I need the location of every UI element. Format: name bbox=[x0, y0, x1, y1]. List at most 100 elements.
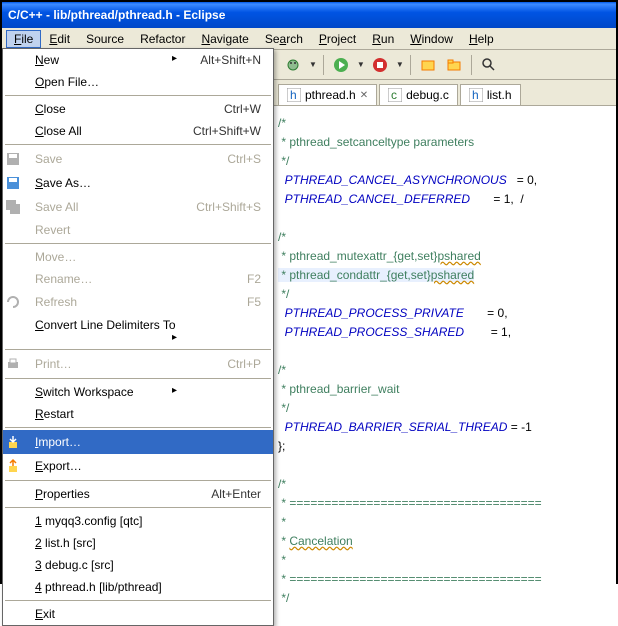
menu-shortcut bbox=[185, 381, 273, 403]
menu-item-label: 4 pthread.h [lib/pthread] bbox=[27, 576, 185, 598]
saveas-icon bbox=[3, 171, 27, 195]
menu-item-open-file-[interactable]: Open File… bbox=[3, 71, 273, 93]
close-icon[interactable]: ✕ bbox=[360, 90, 368, 101]
menu-item-close-all[interactable]: Close AllCtrl+Shift+W bbox=[3, 120, 273, 142]
editor-area: hpthread.h✕cdebug.chlist.h /* * pthread_… bbox=[274, 80, 616, 616]
menu-item-revert: Revert bbox=[3, 219, 273, 241]
menu-shortcut bbox=[185, 510, 273, 532]
menu-item-save-as-[interactable]: Save As… bbox=[3, 171, 273, 195]
menu-item-rename-: Rename…F2 bbox=[3, 268, 273, 290]
saveall-icon bbox=[3, 195, 27, 219]
menu-item-exit[interactable]: Exit bbox=[3, 603, 273, 625]
menu-item-properties[interactable]: PropertiesAlt+Enter bbox=[3, 483, 273, 505]
menu-shortcut: Ctrl+P bbox=[185, 352, 273, 376]
menu-shortcut bbox=[185, 246, 273, 268]
search-icon[interactable] bbox=[478, 54, 500, 76]
menu-item-label: Restart bbox=[27, 403, 185, 425]
tab-label: pthread.h bbox=[305, 88, 356, 102]
menu-run[interactable]: Run bbox=[364, 30, 402, 48]
menu-item-label: Save As… bbox=[27, 171, 185, 195]
menu-source[interactable]: Source bbox=[78, 30, 132, 48]
menu-shortcut bbox=[185, 576, 273, 598]
h-file-icon: h bbox=[469, 88, 483, 102]
menu-item-1-myqq3-config-qtc-[interactable]: 1 myqq3.config [qtc] bbox=[3, 510, 273, 532]
menu-item-switch-workspace[interactable]: Switch Workspace▸ bbox=[3, 381, 273, 403]
menu-shortcut bbox=[185, 430, 273, 454]
menu-navigate[interactable]: Navigate bbox=[193, 30, 256, 48]
menu-project[interactable]: Project bbox=[311, 30, 364, 48]
chevron-down-icon[interactable]: ▼ bbox=[396, 60, 404, 69]
menu-item-convert-line-delimiters-to[interactable]: Convert Line Delimiters To▸ bbox=[3, 314, 273, 347]
file-menu: New▸Alt+Shift+NOpen File… CloseCtrl+WClos… bbox=[2, 48, 274, 626]
run-icon[interactable] bbox=[330, 54, 352, 76]
save-icon bbox=[3, 147, 27, 171]
menu-item-label: Save bbox=[27, 147, 185, 171]
menu-file[interactable]: File bbox=[6, 30, 41, 48]
titlebar: C/C++ - lib/pthread/pthread.h - Eclipse bbox=[2, 2, 616, 28]
external-tools-icon[interactable] bbox=[369, 54, 391, 76]
menu-shortcut: Ctrl+Shift+S bbox=[185, 195, 273, 219]
c-file-icon: c bbox=[388, 88, 402, 102]
print-icon bbox=[3, 352, 27, 376]
export-icon bbox=[3, 454, 27, 478]
menu-window[interactable]: Window bbox=[402, 30, 461, 48]
tab-debug-c[interactable]: c debug.c bbox=[379, 84, 458, 105]
debug-icon[interactable] bbox=[282, 54, 304, 76]
menu-refactor[interactable]: Refactor bbox=[132, 30, 193, 48]
code-editor[interactable]: /* * pthread_setcanceltype parameters */… bbox=[274, 106, 616, 616]
menu-item-label: 2 list.h [src] bbox=[27, 532, 185, 554]
menu-item-label: Print… bbox=[27, 352, 185, 376]
menu-item-label: Revert bbox=[27, 219, 185, 241]
menu-item-3-debug-c-src-[interactable]: 3 debug.c [src] bbox=[3, 554, 273, 576]
chevron-down-icon[interactable]: ▼ bbox=[309, 60, 317, 69]
menu-shortcut: F2 bbox=[185, 268, 273, 290]
menu-shortcut bbox=[185, 603, 273, 625]
menu-item-label: Close bbox=[27, 98, 185, 120]
menu-shortcut bbox=[185, 454, 273, 478]
menu-item-label: New▸ bbox=[27, 49, 185, 71]
new-project-icon[interactable] bbox=[417, 54, 439, 76]
menu-item-close[interactable]: CloseCtrl+W bbox=[3, 98, 273, 120]
menu-item-print-: Print…Ctrl+P bbox=[3, 352, 273, 376]
menu-shortcut: Ctrl+Shift+W bbox=[185, 120, 273, 142]
menu-shortcut bbox=[185, 532, 273, 554]
menu-item-export-[interactable]: Export… bbox=[3, 454, 273, 478]
tab-list-h[interactable]: h list.h bbox=[460, 84, 521, 105]
menu-item-2-list-h-src-[interactable]: 2 list.h [src] bbox=[3, 532, 273, 554]
menu-edit[interactable]: Edit bbox=[41, 30, 78, 48]
menu-shortcut bbox=[185, 554, 273, 576]
tab-label: list.h bbox=[487, 88, 512, 102]
menu-item-refresh: RefreshF5 bbox=[3, 290, 273, 314]
menu-item-label: 3 debug.c [src] bbox=[27, 554, 185, 576]
menu-item-new[interactable]: New▸Alt+Shift+N bbox=[3, 49, 273, 71]
menu-item-label: Import… bbox=[27, 430, 185, 454]
menu-item-label: Rename… bbox=[27, 268, 185, 290]
menu-shortcut bbox=[185, 403, 273, 425]
menu-item-move-: Move… bbox=[3, 246, 273, 268]
svg-text:c: c bbox=[391, 88, 397, 102]
menu-item-import-[interactable]: Import… bbox=[3, 430, 273, 454]
chevron-down-icon[interactable]: ▼ bbox=[357, 60, 365, 69]
menu-shortcut bbox=[185, 314, 273, 347]
menu-help[interactable]: Help bbox=[461, 30, 502, 48]
menu-item-label: 1 myqq3.config [qtc] bbox=[27, 510, 185, 532]
new-folder-icon[interactable] bbox=[443, 54, 465, 76]
tab-pthread-h[interactable]: hpthread.h✕ bbox=[278, 84, 377, 105]
menu-shortcut: Ctrl+S bbox=[185, 147, 273, 171]
menu-item-4-pthread-h-lib-pthread-[interactable]: 4 pthread.h [lib/pthread] bbox=[3, 576, 273, 598]
menu-item-label: Properties bbox=[27, 483, 185, 505]
menu-shortcut bbox=[185, 171, 273, 195]
menu-shortcut: F5 bbox=[185, 290, 273, 314]
menu-item-label: Export… bbox=[27, 454, 185, 478]
menu-shortcut: Alt+Enter bbox=[185, 483, 273, 505]
menu-item-restart[interactable]: Restart bbox=[3, 403, 273, 425]
editor-tabs: hpthread.h✕cdebug.chlist.h bbox=[274, 80, 616, 106]
menu-item-label: Exit bbox=[27, 603, 185, 625]
tab-label: debug.c bbox=[406, 88, 449, 102]
menu-shortcut: Alt+Shift+N bbox=[185, 49, 273, 71]
menu-search[interactable]: Search bbox=[257, 30, 311, 48]
menu-item-label: Refresh bbox=[27, 290, 185, 314]
svg-text:h: h bbox=[472, 88, 479, 102]
menu-item-label: Switch Workspace▸ bbox=[27, 381, 185, 403]
menu-item-save-all: Save AllCtrl+Shift+S bbox=[3, 195, 273, 219]
